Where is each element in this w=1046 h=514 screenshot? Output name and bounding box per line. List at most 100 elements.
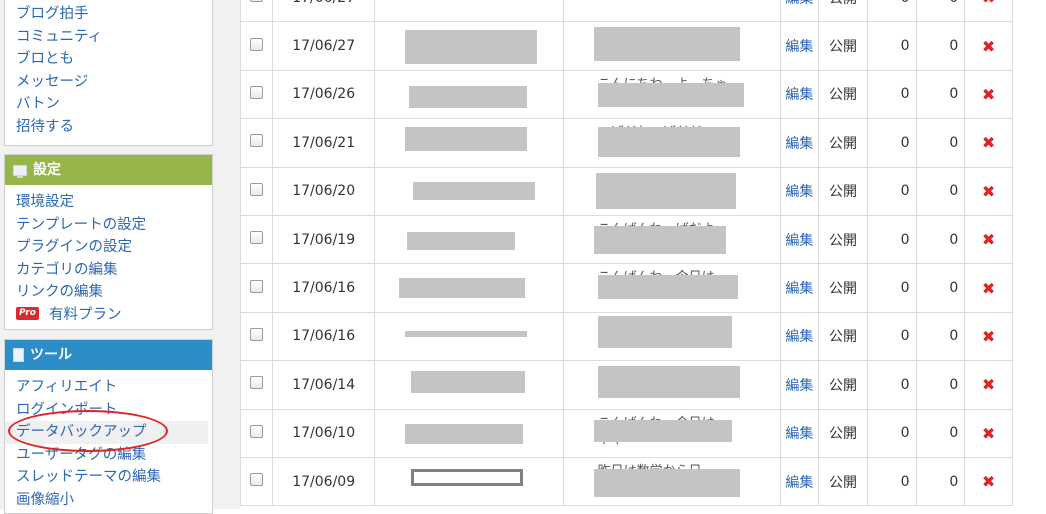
row-checkbox[interactable] <box>250 424 264 438</box>
post-date: 17/06/20 <box>272 166 375 216</box>
menu-template-settings[interactable]: テンプレートの設定 <box>5 214 212 237</box>
post-body-cell <box>562 360 781 410</box>
delete-button[interactable]: ✖ <box>964 118 1013 168</box>
menu-burotomo[interactable]: ブロとも <box>5 48 212 71</box>
menu-category-edit[interactable]: カテゴリの編集 <box>5 259 212 282</box>
row-checkbox-cell <box>239 214 274 265</box>
edit-link[interactable]: 編集 <box>779 456 820 507</box>
delete-button[interactable]: ✖ <box>964 408 1013 458</box>
edit-link[interactable]: 編集 <box>779 263 820 313</box>
delete-button[interactable]: ✖ <box>964 166 1013 216</box>
row-checkbox-cell <box>239 118 274 168</box>
delete-button[interactable]: ✖ <box>964 360 1013 410</box>
delete-button[interactable]: ✖ <box>964 263 1013 313</box>
comment-count: 0 <box>866 21 917 71</box>
delete-button[interactable]: ✖ <box>964 21 1013 71</box>
post-title-cell[interactable] <box>373 263 564 313</box>
menu-log-import[interactable]: ログインポート <box>5 399 212 422</box>
edit-link[interactable]: 編集 <box>779 118 820 168</box>
comment-count: 0 <box>866 408 917 458</box>
table-row: 17/06/21 ばだわ ばだだ編集公開00✖ <box>239 118 1013 168</box>
delete-button[interactable]: ✖ <box>964 311 1013 362</box>
edit-link[interactable]: 編集 <box>779 0 820 23</box>
edit-link[interactable]: 編集 <box>779 69 820 120</box>
row-checkbox[interactable] <box>250 279 264 293</box>
menu-data-backup[interactable]: データバックアップ <box>5 421 208 444</box>
menu-community[interactable]: コミュニティ <box>5 26 212 49</box>
post-title-cell[interactable] <box>373 166 564 216</box>
delete-button[interactable]: ✖ <box>964 69 1013 120</box>
status-public: 公開 <box>818 456 868 507</box>
edit-link[interactable]: 編集 <box>779 360 820 410</box>
post-title-cell[interactable] <box>373 456 564 507</box>
post-body-cell <box>562 21 781 71</box>
menu-blog-clap[interactable]: ブログ拍手 <box>5 3 212 26</box>
trackback-count: 0 <box>915 0 966 23</box>
comment-count: 0 <box>866 360 917 410</box>
post-title-cell[interactable] <box>373 408 564 458</box>
tools-menu: アフィリエイト ログインポート データバックアップ ユーザータグの編集 スレッド… <box>5 370 212 511</box>
post-title-cell[interactable] <box>373 69 564 120</box>
row-checkbox[interactable] <box>250 473 264 487</box>
status-public: 公開 <box>818 166 868 216</box>
post-title-cell[interactable] <box>373 360 564 410</box>
edit-link[interactable]: 編集 <box>779 311 820 362</box>
post-body-cell: しこ <box>562 311 781 362</box>
redacted-body <box>593 419 732 442</box>
menu-image-resize[interactable]: 画像縮小 <box>5 489 212 512</box>
post-title-cell[interactable] <box>373 118 564 168</box>
redacted-title <box>406 231 515 250</box>
trackback-count: 0 <box>915 69 966 120</box>
post-title-cell[interactable] <box>373 214 564 265</box>
post-date: 17/06/16 <box>272 311 375 362</box>
post-title-cell[interactable] <box>373 21 564 71</box>
row-checkbox[interactable] <box>250 85 264 99</box>
tools-header: ツール <box>5 340 212 370</box>
row-checkbox[interactable] <box>250 134 264 148</box>
post-title-cell[interactable] <box>373 0 564 23</box>
post-title-cell[interactable] <box>373 311 564 362</box>
edit-link[interactable]: 編集 <box>779 21 820 71</box>
delete-icon: ✖ <box>981 133 996 153</box>
table-row: 17/06/10こんばんわ 今日は 半牛編集公開00✖ <box>239 408 1013 458</box>
delete-button[interactable]: ✖ <box>964 214 1013 265</box>
row-checkbox[interactable] <box>250 327 264 341</box>
delete-icon: ✖ <box>981 375 996 395</box>
menu-affiliate[interactable]: アフィリエイト <box>5 376 212 399</box>
row-checkbox[interactable] <box>250 231 264 245</box>
menu-plugin-settings[interactable]: プラグインの設定 <box>5 236 212 259</box>
redacted-title <box>412 181 535 200</box>
post-date: 17/06/09 <box>272 456 375 507</box>
comment-count: 0 <box>866 118 917 168</box>
redacted-body <box>597 275 738 300</box>
sidebar-tools-box: ツール アフィリエイト ログインポート データバックアップ ユーザータグの編集 … <box>4 339 213 514</box>
delete-button[interactable]: ✖ <box>964 456 1013 507</box>
table-row: 17/06/27しこ編集公開00✖ <box>239 0 1013 23</box>
redacted-body <box>597 82 744 107</box>
menu-environment-settings[interactable]: 環境設定 <box>5 191 212 214</box>
row-checkbox-cell <box>239 360 274 410</box>
edit-link[interactable]: 編集 <box>779 166 820 216</box>
menu-messages[interactable]: メッセージ <box>5 71 212 94</box>
menu-invite[interactable]: 招待する <box>5 116 212 139</box>
edit-link[interactable]: 編集 <box>779 214 820 265</box>
menu-thread-theme-edit[interactable]: スレッドテーマの編集 <box>5 466 212 489</box>
row-checkbox[interactable] <box>250 37 264 51</box>
trackback-count: 0 <box>915 214 966 265</box>
menu-user-tag-edit[interactable]: ユーザータグの編集 <box>5 444 212 467</box>
delete-button[interactable]: ✖ <box>964 0 1013 23</box>
settings-menu: 環境設定 テンプレートの設定 プラグインの設定 カテゴリの編集 リンクの編集 P… <box>5 185 212 326</box>
menu-link-edit[interactable]: リンクの編集 <box>5 281 212 304</box>
row-checkbox[interactable] <box>250 0 264 3</box>
row-checkbox[interactable] <box>250 376 264 390</box>
redacted-body <box>593 27 740 62</box>
menu-paid-plan[interactable]: Pro 有料プラン <box>5 304 212 327</box>
settings-header: 設定 <box>5 155 212 185</box>
menu-baton[interactable]: バトン <box>5 93 212 116</box>
row-checkbox[interactable] <box>250 182 264 196</box>
edit-link[interactable]: 編集 <box>779 408 820 458</box>
post-date: 17/06/26 <box>272 69 375 120</box>
comment-count: 0 <box>866 263 917 313</box>
row-checkbox-cell <box>239 166 274 216</box>
document-icon <box>13 348 24 362</box>
